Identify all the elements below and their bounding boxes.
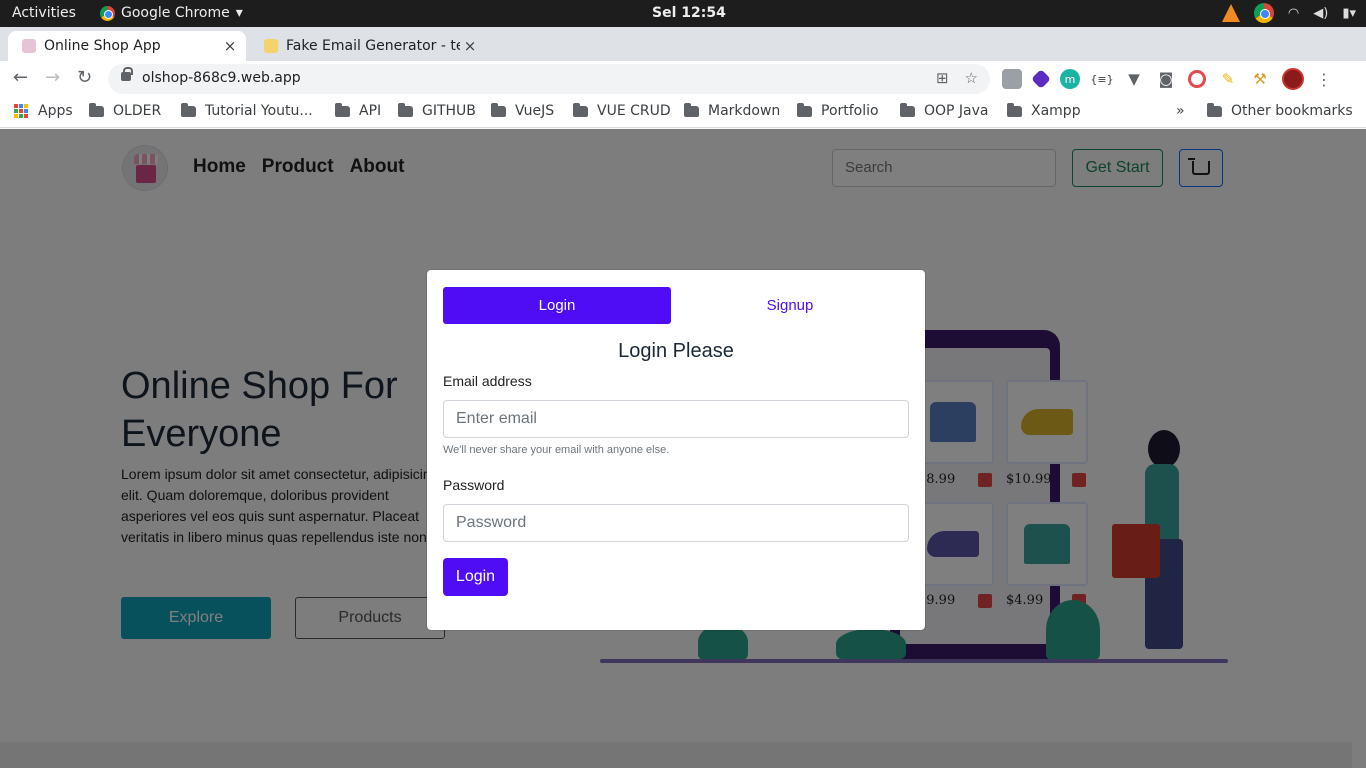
browser-toolbar: ← → ↻ olshop-868c9.web.app ⊞ ☆ m {≡} ▼ ◙…: [0, 61, 1366, 97]
bookmark-folder[interactable]: API: [335, 102, 382, 119]
bookmark-label: OLDER: [113, 103, 162, 119]
os-top-bar: Activities Google Chrome ▾ Sel 12:54 ◠ ◀…: [0, 0, 1366, 27]
extension-m-icon[interactable]: m: [1060, 69, 1080, 89]
camera-icon[interactable]: ◙: [1156, 69, 1176, 89]
chrome-tray-icon[interactable]: [1253, 3, 1274, 23]
tab-title: Online Shop App: [44, 38, 161, 54]
login-submit-button[interactable]: Login: [443, 558, 508, 596]
system-tray[interactable]: ◠ ◀) ▮▾: [1221, 3, 1356, 23]
tab-login[interactable]: Login: [443, 287, 671, 324]
activities-button[interactable]: Activities: [12, 5, 76, 21]
password-field[interactable]: [443, 504, 909, 542]
overflow-chevron-icon: »: [1176, 103, 1185, 119]
bookmark-folder[interactable]: VUE CRUD: [573, 102, 671, 119]
bookmark-label: Apps: [38, 103, 73, 119]
folder-icon: [335, 102, 350, 117]
bookmark-folder[interactable]: Markdown: [684, 102, 781, 119]
reload-icon[interactable]: ↻: [77, 67, 92, 88]
bookmark-folder[interactable]: Xampp: [1007, 102, 1081, 119]
tab-fake-email[interactable]: Fake Email Generator - ten ×: [250, 31, 486, 61]
tab-title: Fake Email Generator - ten: [286, 38, 460, 54]
bookmark-folder[interactable]: OOP Java: [900, 102, 989, 119]
bookmark-folder[interactable]: OLDER: [89, 102, 162, 119]
chrome-icon: [100, 5, 115, 21]
battery-icon[interactable]: ▮▾: [1342, 6, 1356, 21]
volume-icon[interactable]: ◀): [1313, 6, 1328, 21]
folder-icon: [398, 102, 413, 117]
folder-icon: [89, 102, 104, 117]
envelope-favicon-icon: [264, 39, 278, 53]
email-label: Email address: [443, 373, 532, 389]
json-icon[interactable]: {≡}: [1090, 69, 1113, 89]
tab-signup[interactable]: Signup: [676, 287, 904, 324]
bookmark-label: Xampp: [1031, 103, 1081, 119]
bookmark-label: Other bookmarks: [1231, 103, 1353, 119]
bookmark-label: GITHUB: [422, 103, 476, 119]
close-tab-icon[interactable]: ×: [460, 37, 480, 55]
menu-icon[interactable]: ⋮: [1316, 70, 1332, 89]
bookmark-folder[interactable]: VueJS: [491, 102, 555, 119]
password-label: Password: [443, 477, 505, 493]
bookmark-apps[interactable]: Apps: [14, 103, 73, 119]
folder-icon: [573, 102, 588, 117]
tab-online-shop[interactable]: Online Shop App ×: [8, 31, 246, 61]
wifi-icon[interactable]: ◠: [1288, 6, 1299, 21]
bookmark-label: VueJS: [515, 103, 555, 119]
bookmark-label: API: [359, 103, 382, 119]
folder-icon: [684, 102, 699, 117]
bookmark-label: OOP Java: [924, 103, 989, 119]
profile-avatar[interactable]: [1282, 68, 1304, 90]
extensions: m {≡} ▼ ◙ ✎ ⚒ ⋮: [1002, 68, 1332, 90]
lock-icon[interactable]: [121, 67, 133, 81]
vue-devtools-icon[interactable]: ▼: [1124, 69, 1144, 89]
bookmark-label: Portfolio: [821, 103, 879, 119]
bookmark-folder[interactable]: GITHUB: [398, 102, 476, 119]
clock[interactable]: Sel 12:54: [652, 5, 726, 21]
tab-strip: Online Shop App × Fake Email Generator -…: [0, 27, 1366, 84]
email-field[interactable]: [443, 400, 909, 438]
extension-2-icon[interactable]: [1031, 69, 1051, 89]
folder-icon: [491, 102, 506, 117]
close-tab-icon[interactable]: ×: [220, 37, 240, 55]
folder-icon: [1007, 102, 1022, 117]
bookmarks-bar: Apps OLDER Tutorial Youtu... API GITHUB …: [0, 97, 1366, 128]
folder-icon: [900, 102, 915, 117]
url-text[interactable]: olshop-868c9.web.app: [142, 70, 301, 86]
forward-icon[interactable]: →: [45, 67, 60, 88]
star-icon[interactable]: ☆: [965, 69, 978, 87]
extension-1-icon[interactable]: [1002, 69, 1022, 89]
extension-circle-icon[interactable]: [1188, 70, 1206, 88]
bookmark-folder[interactable]: Portfolio: [797, 102, 879, 119]
translate-icon[interactable]: ⊞: [936, 69, 949, 87]
bookmark-label: VUE CRUD: [597, 103, 671, 119]
color-picker-icon[interactable]: ✎: [1218, 69, 1238, 89]
apps-grid-icon: [14, 104, 28, 118]
chevron-down-icon: ▾: [235, 5, 243, 21]
bookmark-label: Markdown: [708, 103, 781, 119]
modal-title: Login Please: [618, 340, 734, 362]
back-icon[interactable]: ←: [13, 67, 28, 88]
folder-icon: [797, 102, 812, 117]
page-viewport: Home Product About Search Get Start Onli…: [0, 129, 1366, 768]
app-name: Google Chrome: [121, 5, 230, 21]
email-help-text: We'll never share your email with anyone…: [443, 444, 670, 456]
bookmarks-overflow[interactable]: »: [1176, 103, 1185, 119]
bookmark-other[interactable]: Other bookmarks: [1207, 102, 1353, 119]
vlc-icon[interactable]: [1221, 4, 1240, 22]
hammer-icon[interactable]: ⚒: [1250, 69, 1270, 89]
folder-icon: [181, 102, 196, 117]
app-menu[interactable]: Google Chrome ▾: [100, 5, 243, 21]
login-modal: Login Signup Login Please Email address …: [427, 270, 925, 630]
shop-favicon-icon: [22, 39, 36, 53]
folder-icon: [1207, 102, 1222, 117]
bookmark-folder[interactable]: Tutorial Youtu...: [181, 102, 313, 119]
bookmark-label: Tutorial Youtu...: [205, 103, 313, 119]
address-bar[interactable]: olshop-868c9.web.app ⊞ ☆: [108, 64, 990, 94]
